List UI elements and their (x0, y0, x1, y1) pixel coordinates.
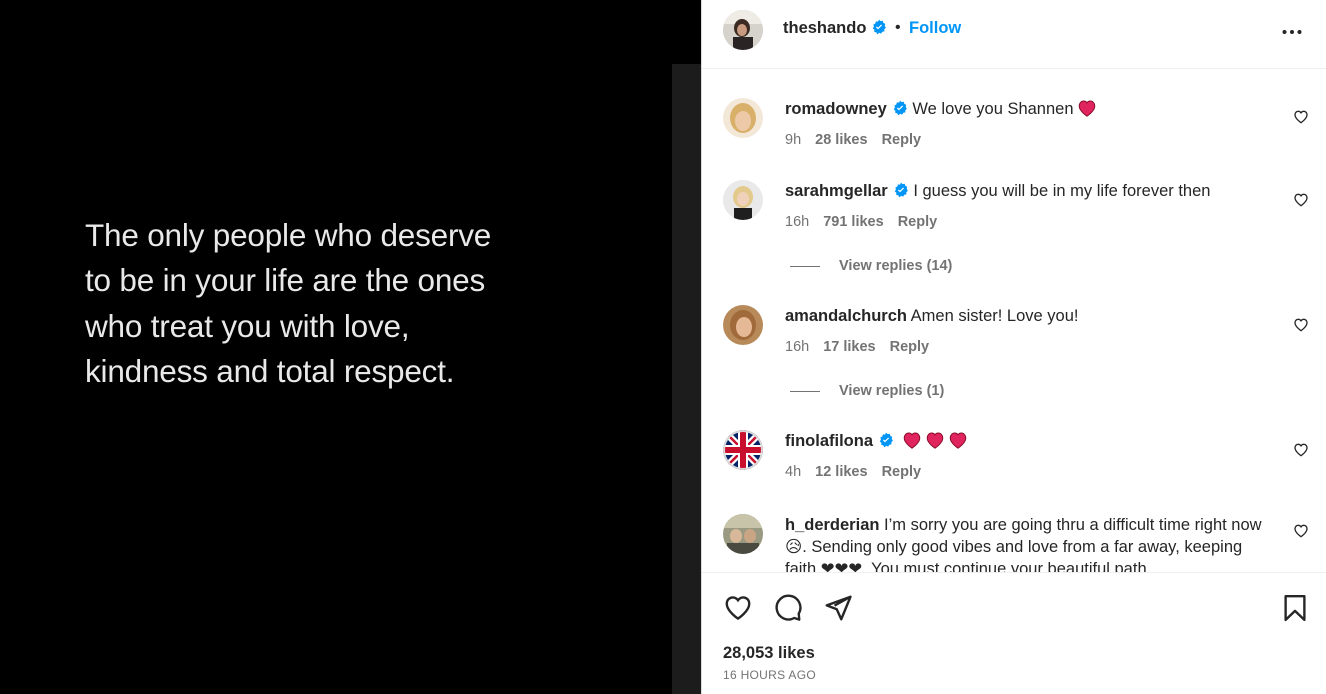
reply-button[interactable]: Reply (882, 132, 922, 148)
comment-time[interactable]: 16h (785, 214, 809, 230)
comment-username[interactable]: sarahmgellar (785, 182, 888, 200)
heart-icon[interactable] (1293, 523, 1309, 539)
comment-username[interactable]: finolafilona (785, 432, 873, 450)
commenter-avatar[interactable] (723, 514, 763, 554)
author-username[interactable]: theshando (783, 19, 887, 38)
comment-text: Amen sister! Love you! (910, 307, 1079, 325)
reply-button[interactable]: Reply (890, 339, 930, 355)
comment-time[interactable]: 4h (785, 464, 801, 480)
post-timestamp[interactable]: 16 HOURS AGO (723, 668, 816, 682)
commenter-avatar[interactable] (723, 305, 763, 345)
comment-time[interactable]: 16h (785, 339, 809, 355)
red-heart-emoji-icon (949, 432, 966, 449)
comment-time[interactable]: 9h (785, 132, 801, 148)
verified-badge-icon (879, 432, 893, 448)
view-replies-line (790, 265, 820, 267)
comment-body: h_derderian I’m sorry you are going thru… (785, 514, 1265, 572)
post-actions: 28,053 likes 16 HOURS AGO (702, 572, 1326, 694)
red-heart-emoji-icon (903, 432, 920, 449)
reply-button[interactable]: Reply (882, 464, 922, 480)
view-replies-button[interactable]: View replies (14) (790, 258, 952, 274)
red-heart-emoji-icon (1078, 100, 1095, 117)
comment-text: We love you Shannen (912, 100, 1074, 118)
view-replies-button[interactable]: View replies (1) (790, 383, 944, 399)
post-header: theshando • Follow (702, 0, 1326, 69)
heart-icon[interactable] (1293, 442, 1309, 458)
comment-icon[interactable] (773, 593, 803, 623)
share-icon[interactable] (823, 593, 853, 623)
commenter-avatar[interactable] (723, 180, 763, 220)
view-replies-label[interactable]: View replies (1) (839, 383, 944, 399)
comment-body: amandalchurch Amen sister! Love you! (785, 305, 1265, 327)
comment-meta: 16h 791 likes Reply (785, 214, 951, 230)
comment-body: romadowney We love you Shannen (785, 98, 1265, 120)
comment-body: sarahmgellar I guess you will be in my l… (785, 180, 1265, 202)
comment-body: finolafilona (785, 430, 1265, 452)
header-separator: • (895, 19, 901, 36)
comment-meta: 16h 17 likes Reply (785, 339, 943, 355)
heart-icon[interactable] (1293, 192, 1309, 208)
post-image-edge (672, 64, 701, 694)
post-side-panel: theshando • Follow romadowney We love yo… (701, 0, 1326, 694)
comment-meta: 4h 12 likes Reply (785, 464, 935, 480)
verified-badge-icon (893, 100, 907, 116)
heart-icon[interactable] (1293, 317, 1309, 333)
comment-meta: 9h 28 likes Reply (785, 132, 935, 148)
verified-badge-icon (873, 19, 887, 35)
comment-likes[interactable]: 17 likes (823, 339, 875, 355)
verified-badge-icon (894, 182, 908, 198)
comments-list[interactable]: romadowney We love you Shannen 9h 28 like… (702, 69, 1326, 572)
comment-text: I guess you will be in my life forever t… (913, 182, 1211, 200)
more-options-icon[interactable] (1280, 20, 1304, 44)
heart-icon[interactable] (723, 593, 753, 623)
comment-likes[interactable]: 12 likes (815, 464, 867, 480)
post-quote-text: The only people who deserve to be in you… (85, 217, 492, 390)
reply-button[interactable]: Reply (898, 214, 938, 230)
comment-username[interactable]: amandalchurch (785, 307, 907, 325)
comment-likes[interactable]: 28 likes (815, 132, 867, 148)
post-likes-count[interactable]: 28,053 likes (723, 644, 815, 663)
red-heart-emoji-icon (926, 432, 943, 449)
heart-icon[interactable] (1293, 109, 1309, 125)
view-replies-label[interactable]: View replies (14) (839, 258, 952, 274)
author-username-text[interactable]: theshando (783, 19, 866, 37)
comment-username[interactable]: romadowney (785, 100, 887, 118)
commenter-avatar[interactable] (723, 430, 763, 470)
follow-button[interactable]: Follow (909, 19, 961, 38)
post-image: The only people who deserve to be in you… (0, 0, 701, 694)
comment-username[interactable]: h_derderian (785, 516, 879, 534)
comment-likes[interactable]: 791 likes (823, 214, 883, 230)
author-avatar[interactable] (723, 10, 763, 50)
view-replies-line (790, 390, 820, 392)
commenter-avatar[interactable] (723, 98, 763, 138)
bookmark-icon[interactable] (1280, 593, 1310, 623)
